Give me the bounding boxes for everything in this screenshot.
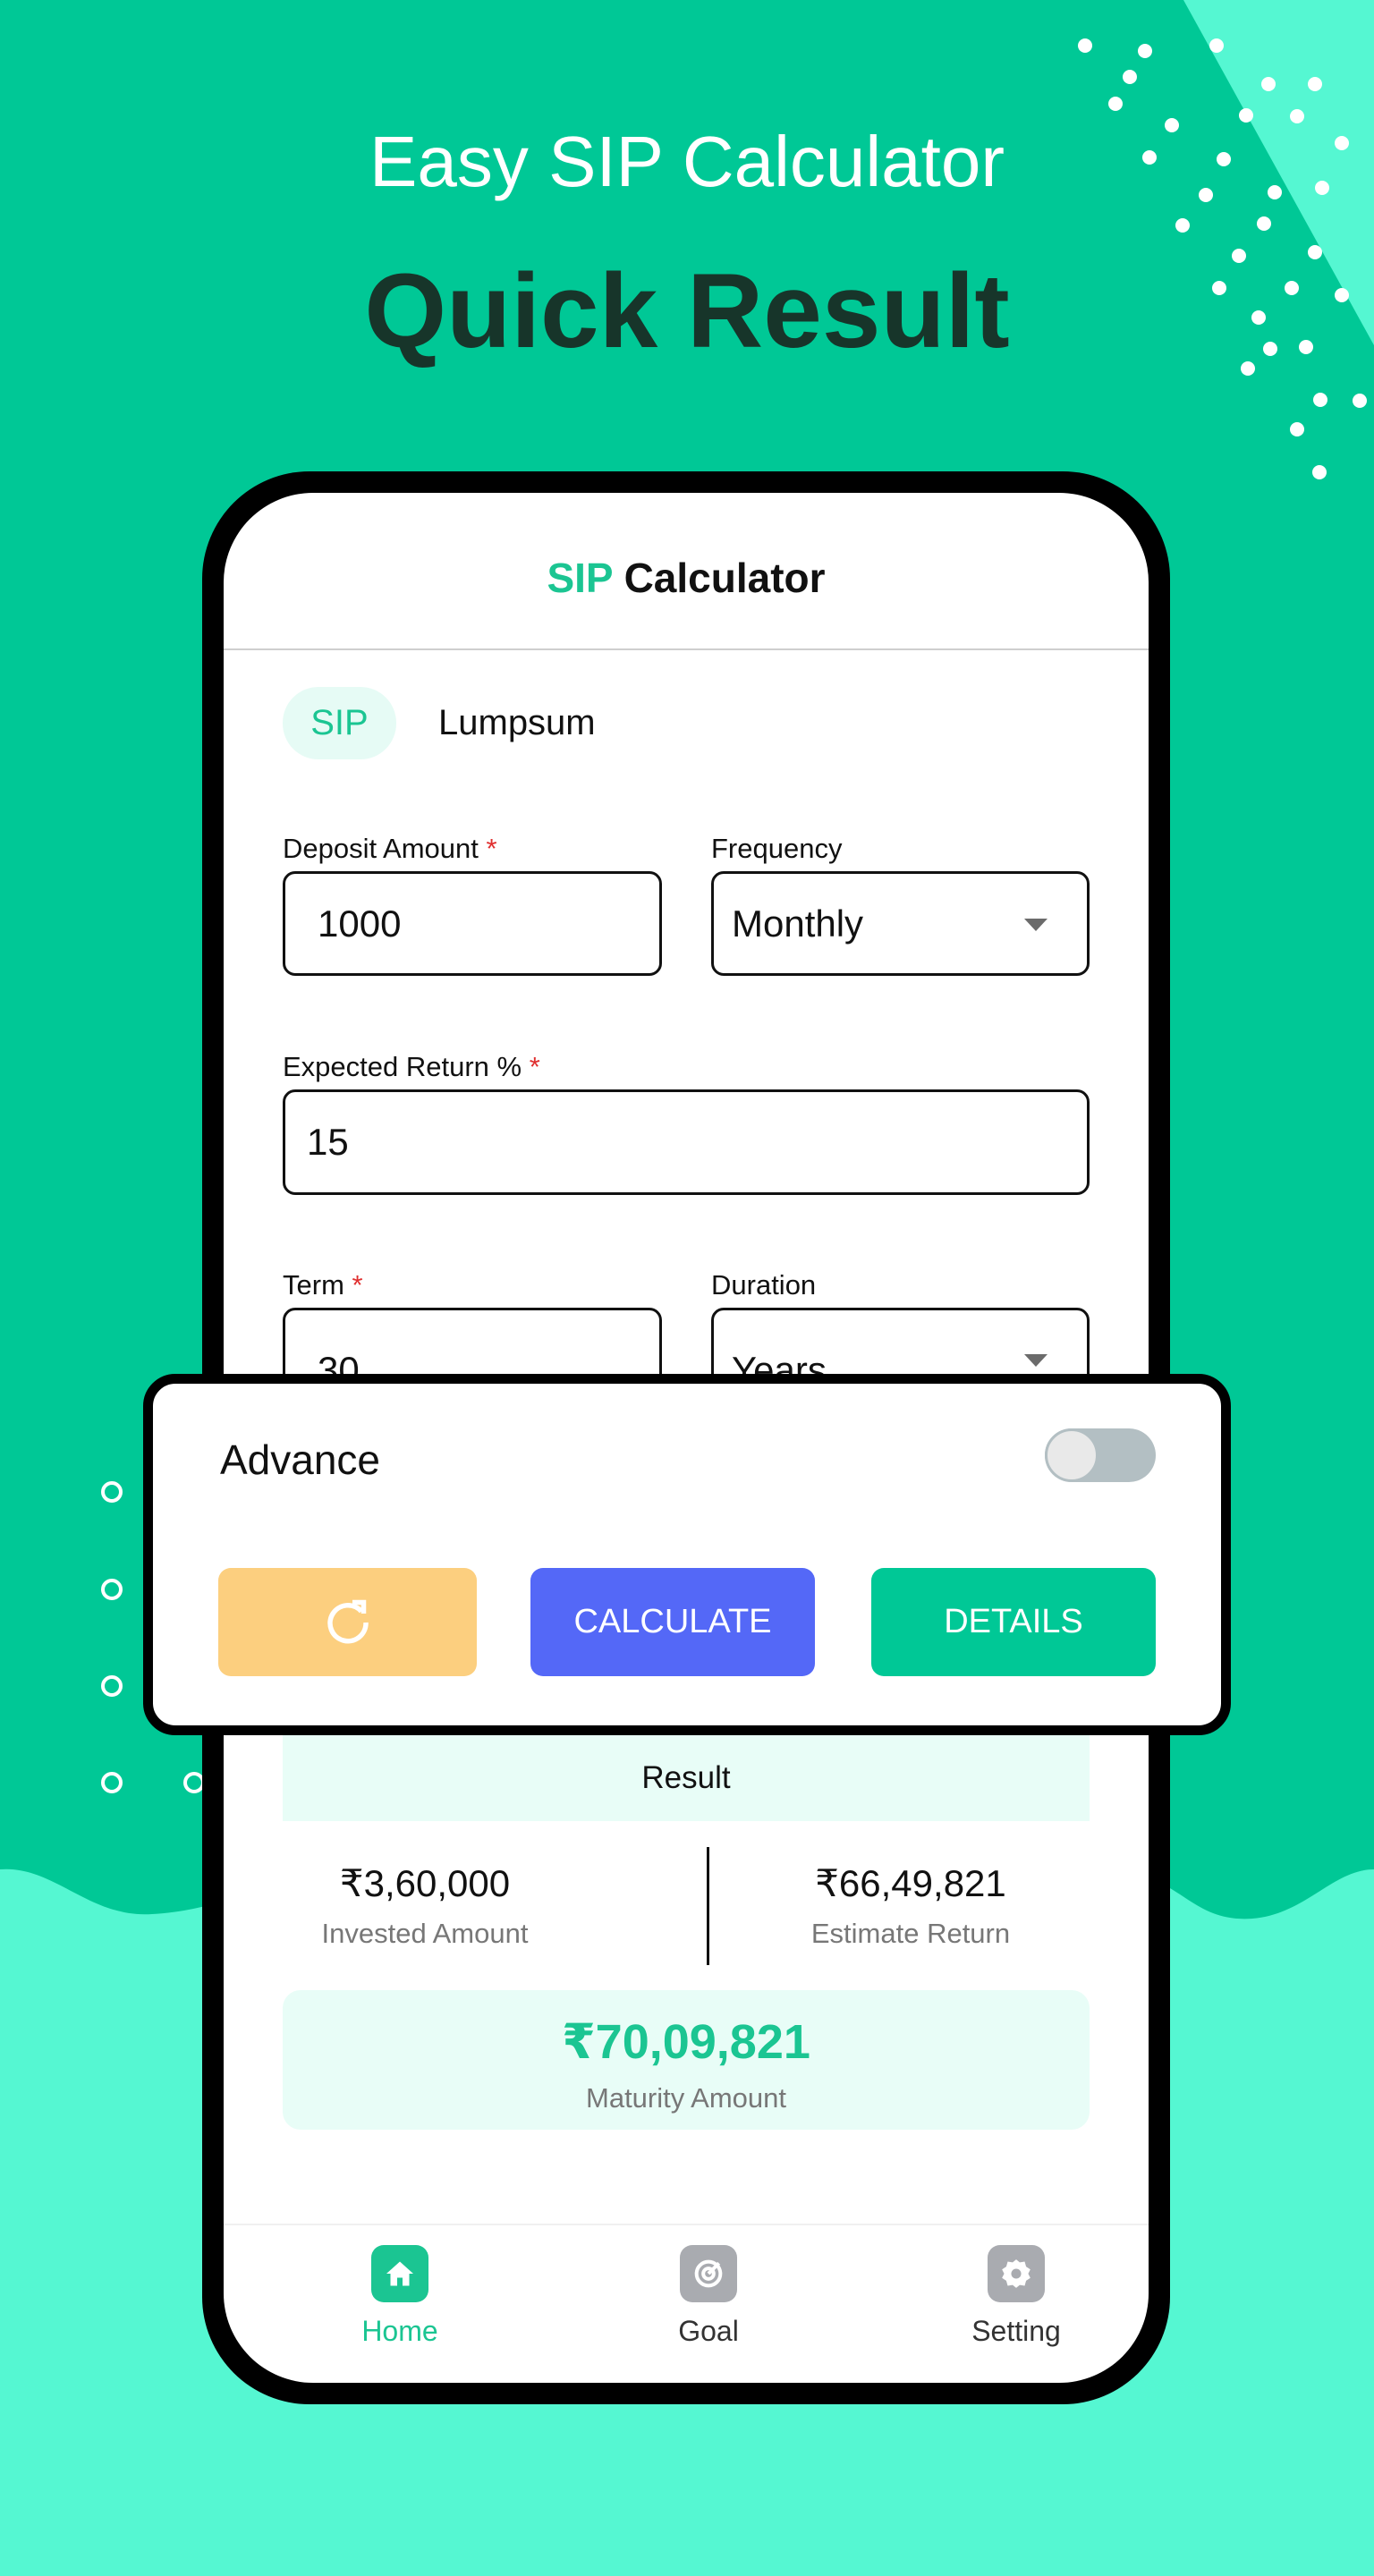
chevron-down-icon: [1024, 1354, 1047, 1367]
advance-label: Advance: [220, 1436, 381, 1483]
invested-label: Invested Amount: [321, 1918, 529, 1949]
deposit-input[interactable]: 1000: [283, 871, 662, 976]
decor-dot: [1108, 97, 1123, 111]
decor-dot: [1209, 38, 1224, 53]
decor-ring: [101, 1675, 123, 1697]
duration-label: Duration: [711, 1269, 817, 1301]
decor-ring: [101, 1481, 123, 1503]
header-divider: [224, 648, 1149, 650]
frequency-select[interactable]: Monthly: [711, 871, 1090, 976]
decor-dot: [1138, 44, 1152, 58]
refresh-icon: [327, 1599, 369, 1643]
app-title-accent: SIP: [547, 555, 613, 601]
invested-amount: ₹3,60,000 Invested Amount: [224, 1861, 626, 1950]
advance-toggle[interactable]: [1045, 1428, 1156, 1482]
nav-setting-label: Setting: [971, 2315, 1061, 2347]
nav-goal-label: Goal: [678, 2315, 739, 2347]
decor-dot: [1312, 465, 1327, 479]
reset-button[interactable]: [218, 1568, 477, 1676]
decor-dot: [1308, 77, 1322, 91]
decor-ring: [101, 1772, 123, 1793]
nav-setting[interactable]: Setting: [927, 2245, 1106, 2348]
home-icon: [371, 2245, 428, 2302]
invested-value: ₹3,60,000: [339, 1862, 511, 1904]
term-label: Term *: [283, 1269, 363, 1301]
toggle-knob: [1045, 1428, 1098, 1482]
calculate-button[interactable]: CALCULATE: [530, 1568, 815, 1676]
decor-dot: [1353, 394, 1367, 408]
decor-dot: [1313, 393, 1327, 407]
decor-dot: [1175, 218, 1190, 233]
decor-ring: [101, 1579, 123, 1600]
estimate-return: ₹66,49,821 Estimate Return: [709, 1861, 1112, 1950]
decor-dot: [1261, 77, 1276, 91]
gear-icon: [988, 2245, 1045, 2302]
nav-home[interactable]: Home: [310, 2245, 489, 2348]
details-button[interactable]: DETAILS: [871, 1568, 1156, 1676]
return-label: Expected Return % *: [283, 1051, 540, 1082]
decor-dot: [1257, 216, 1271, 231]
action-card: Advance CALCULATE DETAILS: [143, 1374, 1231, 1735]
maturity-label: Maturity Amount: [586, 2082, 786, 2114]
decor-dot: [1290, 422, 1304, 436]
frequency-label: Frequency: [711, 833, 843, 864]
result-header: Result: [283, 1735, 1090, 1821]
chevron-down-icon: [1024, 918, 1047, 931]
promo-subheadline: Quick Result: [364, 252, 1010, 370]
tab-lumpsum[interactable]: Lumpsum: [438, 687, 596, 759]
maturity-box: ₹70,09,821 Maturity Amount: [283, 1990, 1090, 2130]
target-icon: [680, 2245, 737, 2302]
decor-dot: [1078, 38, 1092, 53]
return-value: ₹66,49,821: [815, 1862, 1006, 1904]
decor-dot: [1123, 70, 1137, 84]
tab-sip[interactable]: SIP: [283, 687, 396, 759]
app-title-rest: Calculator: [623, 555, 826, 601]
nav-home-label: Home: [361, 2315, 438, 2347]
decor-ring: [183, 1772, 205, 1793]
deposit-label: Deposit Amount *: [283, 833, 497, 864]
return-label-text: Estimate Return: [810, 1918, 1011, 1949]
promo-headline: Easy SIP Calculator: [369, 122, 1005, 201]
nav-goal[interactable]: Goal: [619, 2245, 798, 2348]
nav-divider: [224, 2224, 1149, 2225]
maturity-value: ₹70,09,821: [562, 2015, 810, 2069]
app-title: SIP Calculator: [224, 554, 1149, 602]
return-input[interactable]: 15: [283, 1089, 1090, 1195]
